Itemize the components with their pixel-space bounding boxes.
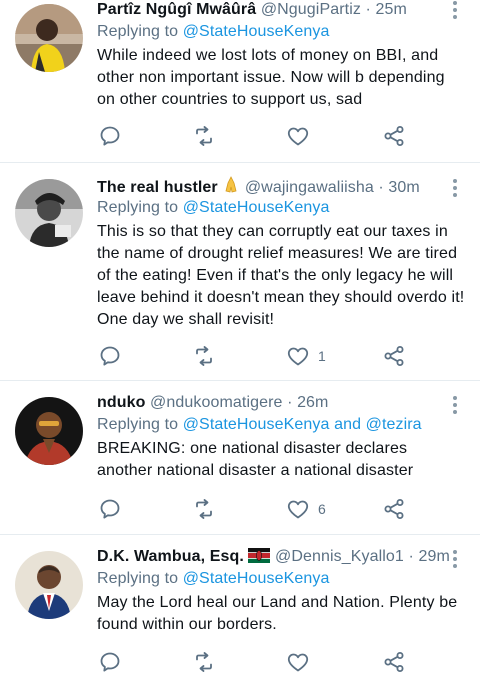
retweet-button[interactable] — [192, 650, 216, 674]
like-count: 6 — [318, 501, 326, 517]
retweet-icon — [196, 346, 212, 366]
handle[interactable]: @wajingawaliisha — [245, 179, 374, 196]
retweet-button[interactable] — [192, 124, 216, 148]
replying-to: Replying to @StateHouseKenya — [97, 197, 466, 219]
handle[interactable]: @ndukoomatigere — [150, 394, 282, 411]
tweet[interactable]: nduko @ndukoomatigere · 26m Replying to … — [0, 381, 480, 535]
tweet-header: The real hustler @wajingawaliisha · 30m — [97, 176, 466, 196]
retweet-icon — [196, 126, 212, 146]
tweet-body: Partîz Ngûgî Mwâûrâ @NgugiPartiz · 25m R… — [97, 0, 466, 111]
reply-button[interactable] — [98, 124, 122, 148]
tweet-body: D.K. Wambua, Esq. @Dennis_Kyallo1 · 29m … — [97, 547, 466, 636]
tweet-actions: 1 — [96, 344, 416, 368]
tweet-feed: Partîz Ngûgî Mwâûrâ @NgugiPartiz · 25m R… — [0, 0, 480, 684]
reply-icon — [100, 126, 120, 146]
tweet-text: BREAKING: one national disaster declares… — [97, 440, 414, 479]
replying-to-link[interactable]: @StateHouseKenya — [183, 199, 330, 216]
replying-to-link[interactable]: @StateHouseKenya and @tezira — [183, 416, 422, 433]
retweet-button[interactable] — [192, 497, 216, 521]
tweet-actions: 6 — [96, 497, 416, 521]
tweet-header: Partîz Ngûgî Mwâûrâ @NgugiPartiz · 25m — [97, 0, 466, 20]
reply-icon — [100, 499, 120, 519]
tweet[interactable]: Partîz Ngûgî Mwâûrâ @NgugiPartiz · 25m R… — [0, 0, 480, 163]
replying-prefix: Replying to — [97, 416, 183, 433]
tweet-body: The real hustler @wajingawaliisha · 30m … — [97, 176, 466, 331]
reply-icon — [100, 652, 120, 672]
replying-to: Replying to @StateHouseKenya and @tezira — [97, 414, 466, 436]
separator-dot: · — [378, 179, 384, 196]
tweet-text: While indeed we lost lots of money on BB… — [97, 47, 445, 108]
avatar[interactable] — [15, 551, 83, 619]
replying-prefix: Replying to — [97, 570, 183, 587]
display-name[interactable]: Partîz Ngûgî Mwâûrâ — [97, 1, 256, 18]
separator-dot: · — [365, 1, 371, 18]
like-button[interactable] — [286, 124, 318, 148]
tweet-header: nduko @ndukoomatigere · 26m — [97, 393, 466, 413]
share-icon — [384, 126, 404, 146]
share-button[interactable] — [382, 124, 406, 148]
more-vertical-icon[interactable] — [450, 550, 460, 570]
retweet-icon — [196, 499, 212, 519]
share-icon — [384, 499, 404, 519]
separator-dot: · — [408, 548, 414, 565]
timestamp[interactable]: 25m — [376, 1, 407, 18]
kenya-flag-emoji — [248, 548, 271, 569]
heart-icon — [287, 653, 309, 672]
share-icon — [384, 652, 404, 672]
heart-icon — [287, 500, 309, 519]
tweet-text: May the Lord heal our Land and Nation. P… — [97, 594, 458, 633]
retweet-button[interactable] — [192, 344, 216, 368]
tweet[interactable]: The real hustler @wajingawaliisha · 30m … — [0, 163, 480, 381]
avatar[interactable] — [15, 4, 83, 72]
display-name[interactable]: D.K. Wambua, Esq. — [97, 548, 244, 565]
avatar[interactable] — [15, 397, 83, 465]
share-button[interactable] — [382, 344, 406, 368]
tweet-text: This is so that they can corruptly eat o… — [97, 223, 465, 328]
reply-button[interactable] — [98, 650, 122, 674]
replying-to-link[interactable]: @StateHouseKenya — [183, 23, 330, 40]
more-vertical-icon[interactable] — [450, 179, 460, 199]
separator-dot: · — [287, 394, 293, 411]
more-vertical-icon[interactable] — [450, 396, 460, 416]
heart-icon — [287, 347, 309, 366]
like-button[interactable]: 1 — [286, 344, 326, 368]
reply-button[interactable] — [98, 497, 122, 521]
retweet-icon — [196, 652, 212, 672]
like-button[interactable] — [286, 650, 318, 674]
tweet-header: D.K. Wambua, Esq. @Dennis_Kyallo1 · 29m — [97, 547, 466, 567]
like-count: 1 — [318, 348, 326, 364]
timestamp[interactable]: 30m — [388, 179, 419, 196]
tweet[interactable]: D.K. Wambua, Esq. @Dennis_Kyallo1 · 29m … — [0, 535, 480, 684]
timestamp[interactable]: 29m — [418, 548, 449, 565]
replying-to-link[interactable]: @StateHouseKenya — [183, 570, 330, 587]
replying-to: Replying to @StateHouseKenya — [97, 568, 466, 590]
timestamp[interactable]: 26m — [297, 394, 328, 411]
share-button[interactable] — [382, 650, 406, 674]
tweet-actions — [96, 650, 416, 674]
handle[interactable]: @NgugiPartiz — [261, 1, 361, 18]
reply-button[interactable] — [98, 344, 122, 368]
display-name[interactable]: The real hustler — [97, 179, 218, 196]
replying-prefix: Replying to — [97, 23, 183, 40]
more-vertical-icon[interactable] — [450, 1, 460, 21]
tweet-body: nduko @ndukoomatigere · 26m Replying to … — [97, 393, 466, 482]
heart-icon — [287, 127, 309, 146]
share-icon — [384, 346, 404, 366]
replying-to: Replying to @StateHouseKenya — [97, 21, 466, 43]
tweet-actions — [96, 124, 416, 148]
reply-icon — [100, 346, 120, 366]
handle[interactable]: @Dennis_Kyallo1 — [275, 548, 404, 565]
replying-prefix: Replying to — [97, 199, 183, 216]
share-button[interactable] — [382, 497, 406, 521]
avatar[interactable] — [15, 179, 83, 247]
like-button[interactable]: 6 — [286, 497, 326, 521]
display-name[interactable]: nduko — [97, 394, 146, 411]
